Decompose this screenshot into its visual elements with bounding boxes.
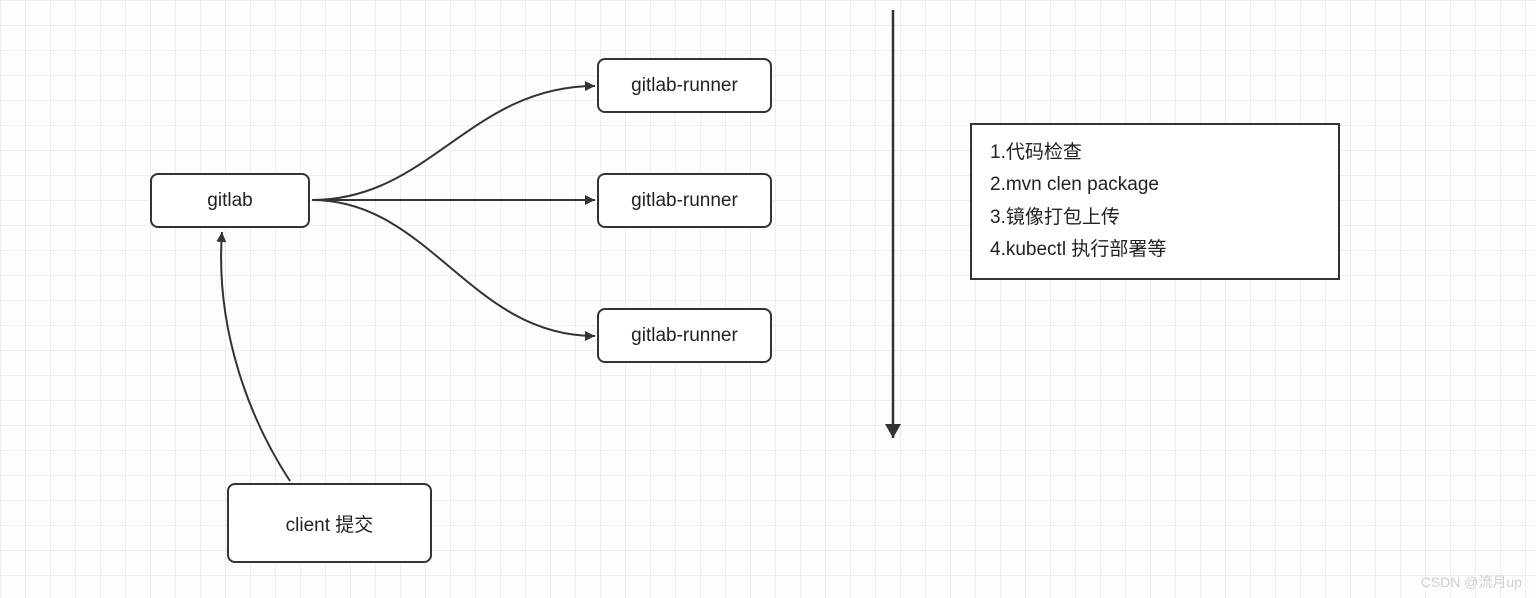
watermark: CSDN @流月up <box>1421 572 1522 592</box>
step-2: 2.mvn clen package <box>990 169 1320 201</box>
gitlab-runner-label-3: gitlab-runner <box>631 325 738 347</box>
edge-gitlab-runner3 <box>312 200 595 336</box>
edge-client-gitlab <box>221 232 290 481</box>
step-3: 3.镜像打包上传 <box>990 202 1320 234</box>
gitlab-runner-node-1: gitlab-runner <box>597 58 772 113</box>
steps-box: 1.代码检查 2.mvn clen package 3.镜像打包上传 4.kub… <box>970 123 1340 280</box>
edge-gitlab-runner1 <box>312 86 595 200</box>
gitlab-runner-node-3: gitlab-runner <box>597 308 772 363</box>
client-node: client 提交 <box>227 483 432 563</box>
gitlab-label: gitlab <box>207 190 252 212</box>
step-4: 4.kubectl 执行部署等 <box>990 234 1320 266</box>
step-1: 1.代码检查 <box>990 137 1320 169</box>
gitlab-runner-label-2: gitlab-runner <box>631 190 738 212</box>
gitlab-runner-label-1: gitlab-runner <box>631 75 738 97</box>
client-label: client 提交 <box>286 510 374 537</box>
gitlab-node: gitlab <box>150 173 310 228</box>
gitlab-runner-node-2: gitlab-runner <box>597 173 772 228</box>
